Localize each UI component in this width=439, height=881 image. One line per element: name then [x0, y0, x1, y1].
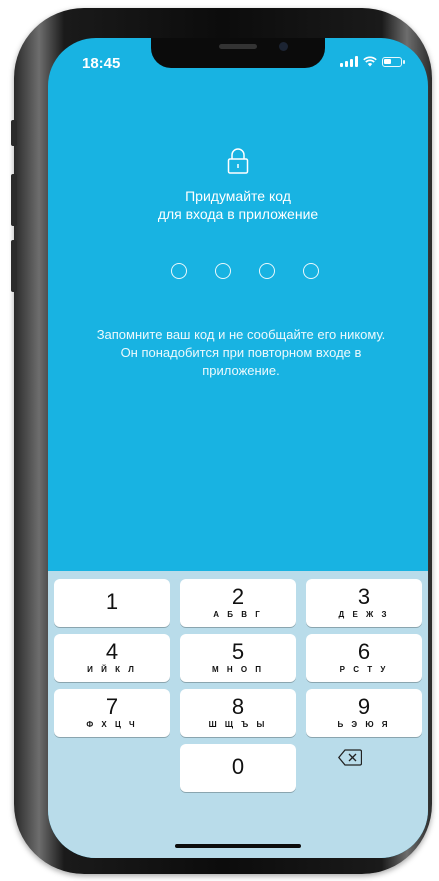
status-icons	[340, 56, 405, 67]
key-letters: Д Е Ж З	[338, 610, 390, 619]
front-camera	[279, 42, 288, 51]
lock-icon	[227, 148, 249, 174]
key-letters: Ь Э Ю Я	[337, 720, 391, 729]
cellular-signal-icon	[340, 56, 358, 67]
volume-up-button	[11, 174, 17, 226]
key-7[interactable]: 7 Ф Х Ц Ч	[54, 689, 170, 737]
screen: 18:45 Придумайте код для входа в приложе…	[48, 38, 428, 858]
key-5[interactable]: 5 М Н О П	[180, 634, 296, 682]
key-digit: 0	[231, 754, 245, 779]
key-8[interactable]: 8 Ш Щ Ъ Ы	[180, 689, 296, 737]
key-digit: 8	[231, 694, 245, 719]
phone-frame: 18:45 Придумайте код для входа в приложе…	[11, 8, 432, 874]
key-letters: М Н О П	[211, 665, 265, 674]
title-line-2: для входа в приложение	[157, 206, 319, 222]
key-1[interactable]: 1	[54, 579, 170, 627]
key-digit: 6	[357, 639, 371, 664]
key-letters: Ф Х Ц Ч	[86, 720, 138, 729]
title-line-1: Придумайте код	[185, 188, 291, 204]
backspace-icon[interactable]	[338, 749, 362, 766]
key-digit: 7	[105, 694, 119, 719]
home-indicator[interactable]	[175, 844, 301, 848]
speaker	[219, 44, 257, 49]
notch	[151, 38, 325, 68]
key-digit: 1	[105, 589, 119, 614]
key-2[interactable]: 2 А Б В Г	[180, 579, 296, 627]
numeric-keypad: 1 2 А Б В Г 3 Д Е Ж З 4 И Й К Л 5 М Н О …	[48, 571, 428, 858]
pin-indicator	[171, 263, 319, 279]
key-letters: А Б В Г	[213, 610, 263, 619]
key-0[interactable]: 0	[180, 744, 296, 792]
key-6[interactable]: 6 Р С Т У	[306, 634, 422, 682]
key-letters: Р С Т У	[339, 665, 389, 674]
key-digit: 3	[357, 584, 371, 609]
wifi-icon	[363, 56, 377, 67]
key-letters: И Й К Л	[87, 665, 137, 674]
key-3[interactable]: 3 Д Е Ж З	[306, 579, 422, 627]
pin-dot	[303, 263, 319, 279]
pin-dot	[215, 263, 231, 279]
mute-switch	[11, 120, 17, 146]
key-digit: 4	[105, 639, 119, 664]
pin-dot	[171, 263, 187, 279]
battery-icon	[382, 56, 405, 67]
key-digit: 2	[231, 584, 245, 609]
key-9[interactable]: 9 Ь Э Ю Я	[306, 689, 422, 737]
pin-dot	[259, 263, 275, 279]
key-letters: Ш Щ Ъ Ы	[208, 720, 268, 729]
key-digit: 5	[231, 639, 245, 664]
volume-down-button	[11, 240, 17, 292]
key-digit: 9	[357, 694, 371, 719]
status-time: 18:45	[82, 55, 121, 72]
key-4[interactable]: 4 И Й К Л	[54, 634, 170, 682]
hint-text: Запомните ваш код и не сообщайте его ник…	[96, 327, 386, 378]
